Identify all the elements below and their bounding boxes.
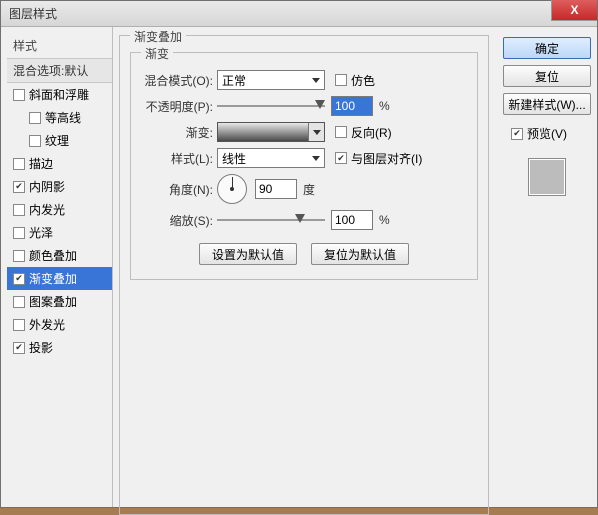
style-select[interactable]: 线性 bbox=[217, 148, 325, 168]
style-item-label: 内发光 bbox=[29, 201, 65, 218]
checkbox-icon bbox=[13, 296, 25, 308]
new-style-button[interactable]: 新建样式(W)... bbox=[503, 93, 591, 115]
preview-checkbox[interactable]: 预览(V) bbox=[503, 125, 591, 142]
style-item-0[interactable]: 斜面和浮雕 bbox=[7, 83, 112, 106]
gradient-picker[interactable] bbox=[217, 122, 325, 142]
style-item-label: 内阴影 bbox=[29, 178, 65, 195]
style-item-5[interactable]: 内发光 bbox=[7, 198, 112, 221]
style-item-1[interactable]: 等高线 bbox=[7, 106, 112, 129]
style-item-9[interactable]: 图案叠加 bbox=[7, 290, 112, 313]
close-icon: X bbox=[570, 3, 578, 17]
checkbox-icon bbox=[335, 152, 347, 164]
checkbox-icon bbox=[29, 112, 41, 124]
preview-swatch bbox=[528, 158, 566, 196]
ok-button[interactable]: 确定 bbox=[503, 37, 591, 59]
checkbox-icon bbox=[13, 319, 25, 331]
style-item-10[interactable]: 外发光 bbox=[7, 313, 112, 336]
blend-mode-select[interactable]: 正常 bbox=[217, 70, 325, 90]
style-item-6[interactable]: 光泽 bbox=[7, 221, 112, 244]
style-item-4[interactable]: 内阴影 bbox=[7, 175, 112, 198]
reverse-checkbox[interactable]: 反向(R) bbox=[335, 124, 392, 141]
style-item-8[interactable]: 渐变叠加 bbox=[7, 267, 112, 290]
gradient-dropdown-button[interactable] bbox=[308, 123, 324, 141]
style-item-2[interactable]: 纹理 bbox=[7, 129, 112, 152]
style-item-label: 投影 bbox=[29, 339, 53, 356]
titlebar: 图层样式 X bbox=[1, 1, 597, 27]
chevron-down-icon bbox=[313, 130, 321, 135]
style-label: 样式(L): bbox=[141, 150, 217, 167]
styles-list: 样式 混合选项:默认 斜面和浮雕等高线纹理描边内阴影内发光光泽颜色叠加渐变叠加图… bbox=[1, 27, 113, 507]
checkbox-icon bbox=[29, 135, 41, 147]
checkbox-icon bbox=[13, 273, 25, 285]
opacity-input[interactable]: 100 bbox=[331, 96, 373, 116]
checkbox-icon bbox=[13, 204, 25, 216]
style-item-label: 图案叠加 bbox=[29, 293, 77, 310]
chevron-down-icon bbox=[312, 156, 320, 161]
checkbox-icon bbox=[13, 342, 25, 354]
scale-label: 缩放(S): bbox=[141, 212, 217, 229]
style-item-label: 等高线 bbox=[45, 109, 81, 126]
checkbox-icon bbox=[13, 181, 25, 193]
style-item-label: 纹理 bbox=[45, 132, 69, 149]
angle-input[interactable]: 90 bbox=[255, 179, 297, 199]
style-item-7[interactable]: 颜色叠加 bbox=[7, 244, 112, 267]
close-button[interactable]: X bbox=[551, 0, 597, 21]
dialog-title: 图层样式 bbox=[9, 5, 57, 22]
cancel-button[interactable]: 复位 bbox=[503, 65, 591, 87]
style-item-3[interactable]: 描边 bbox=[7, 152, 112, 175]
opacity-label: 不透明度(P): bbox=[141, 98, 217, 115]
checkbox-icon bbox=[13, 158, 25, 170]
checkbox-icon bbox=[13, 250, 25, 262]
style-item-label: 斜面和浮雕 bbox=[29, 86, 89, 103]
gradient-label: 渐变: bbox=[141, 124, 217, 141]
dither-checkbox[interactable]: 仿色 bbox=[335, 72, 375, 89]
reset-default-button[interactable]: 复位为默认值 bbox=[311, 243, 409, 265]
blend-options-item[interactable]: 混合选项:默认 bbox=[7, 58, 112, 83]
style-item-label: 颜色叠加 bbox=[29, 247, 77, 264]
inner-title: 渐变 bbox=[141, 45, 173, 62]
style-item-label: 外发光 bbox=[29, 316, 65, 333]
style-item-11[interactable]: 投影 bbox=[7, 336, 112, 359]
checkbox-icon bbox=[335, 126, 347, 138]
scale-input[interactable]: 100 bbox=[331, 210, 373, 230]
gradient-overlay-group: 渐变叠加 渐变 混合模式(O): 正常 仿色 不透明度 bbox=[119, 35, 489, 515]
style-item-label: 光泽 bbox=[29, 224, 53, 241]
checkbox-icon bbox=[511, 128, 523, 140]
styles-heading: 样式 bbox=[7, 33, 112, 58]
style-item-label: 渐变叠加 bbox=[29, 270, 77, 287]
opacity-slider[interactable] bbox=[217, 98, 325, 114]
checkbox-icon bbox=[13, 89, 25, 101]
angle-dial[interactable] bbox=[217, 174, 247, 204]
angle-label: 角度(N): bbox=[141, 181, 217, 198]
checkbox-icon bbox=[13, 227, 25, 239]
set-default-button[interactable]: 设置为默认值 bbox=[199, 243, 297, 265]
right-panel: 确定 复位 新建样式(W)... 预览(V) bbox=[497, 27, 597, 507]
scale-slider[interactable] bbox=[217, 212, 325, 228]
align-checkbox[interactable]: 与图层对齐(I) bbox=[335, 150, 422, 167]
chevron-down-icon bbox=[312, 78, 320, 83]
style-item-label: 描边 bbox=[29, 155, 53, 172]
layer-style-dialog: 图层样式 X 样式 混合选项:默认 斜面和浮雕等高线纹理描边内阴影内发光光泽颜色… bbox=[0, 0, 598, 508]
checkbox-icon bbox=[335, 74, 347, 86]
group-title: 渐变叠加 bbox=[130, 28, 186, 45]
blend-mode-label: 混合模式(O): bbox=[141, 72, 217, 89]
